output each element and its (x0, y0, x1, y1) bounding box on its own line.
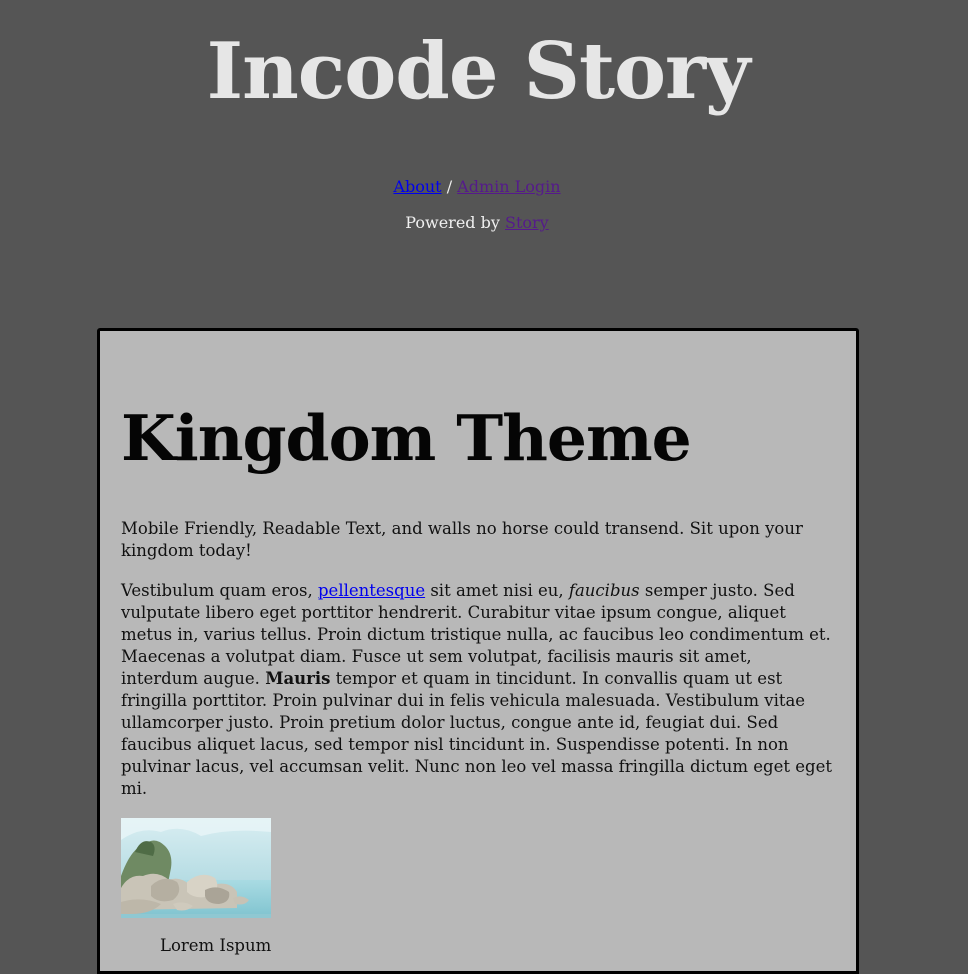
rocky-seascape-image (121, 818, 271, 918)
story-link[interactable]: Story (505, 213, 549, 232)
body-italic-text: faucibus (568, 581, 640, 600)
powered-by-text: Powered by (405, 213, 500, 232)
powered-by: Powered by Story (0, 211, 954, 235)
post-title: Kingdom Theme (121, 401, 692, 475)
post-intro: Mobile Friendly, Readable Text, and wall… (121, 519, 803, 560)
nav-bar: About / Admin Login (0, 175, 954, 199)
nav-separator: / (446, 177, 453, 196)
pellentesque-link[interactable]: pellentesque (318, 581, 425, 600)
body-bold-text: Mauris (265, 669, 331, 688)
post-card: Kingdom Theme Mobile Friendly, Readable … (97, 328, 859, 974)
body-text-1: Vestibulum quam eros, (121, 581, 318, 600)
body-text-4: tempor et quam in tincidunt. In convalli… (121, 669, 832, 798)
about-link[interactable]: About (393, 177, 441, 196)
admin-login-link[interactable]: Admin Login (457, 177, 560, 196)
site-title: Incode Story (206, 26, 751, 117)
post-body: Vestibulum quam eros, pellentesque sit a… (121, 580, 833, 800)
body-text-2: sit amet nisi eu, (425, 581, 569, 600)
image-caption: Lorem Ispum (160, 936, 272, 955)
